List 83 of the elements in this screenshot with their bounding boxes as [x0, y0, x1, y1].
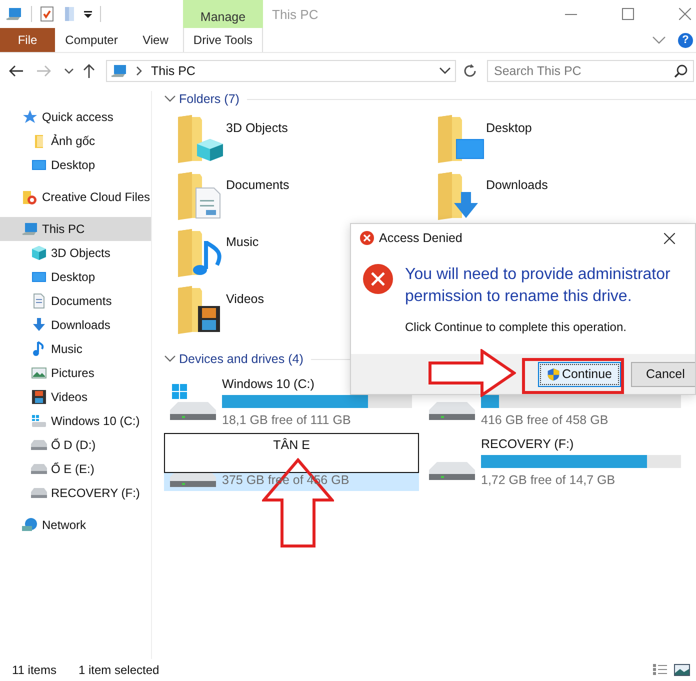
details-view-icon[interactable] [652, 663, 668, 677]
close-icon[interactable] [664, 232, 675, 244]
section-header[interactable]: Folders (7) [179, 92, 240, 106]
document-icon [31, 293, 47, 309]
drive-free-space: 1,72 GB free of 14,7 GB [481, 473, 616, 487]
sidebar-item[interactable]: Videos [0, 385, 151, 409]
help-button[interactable]: ? [678, 32, 693, 48]
cancel-button[interactable]: Cancel [631, 362, 695, 386]
window-title: This PC [272, 6, 320, 22]
sidebar-item[interactable]: Ảnh gốc [0, 129, 151, 153]
search-field[interactable]: Search This PC [487, 60, 694, 82]
drive-free-space: 18,1 GB free of 111 GB [222, 413, 352, 427]
sidebar-item[interactable]: 3D Objects [0, 241, 151, 265]
dropdown-icon[interactable] [439, 66, 451, 76]
monitor-icon [31, 157, 47, 173]
folder-name[interactable]: Documents [226, 174, 290, 192]
drive-icon [31, 485, 47, 501]
sidebar-item[interactable]: Desktop [0, 153, 151, 177]
back-arrow-icon[interactable] [8, 64, 24, 78]
computer-icon [111, 63, 129, 79]
folder-icon [22, 189, 38, 205]
sidebar-item[interactable]: Ổ E (E:) [0, 457, 151, 481]
folder-name[interactable]: Music [226, 231, 259, 249]
sidebar-item[interactable]: Pictures [0, 361, 151, 385]
drive-icon [31, 413, 47, 429]
continue-button[interactable]: Continue [538, 362, 621, 386]
drive-tile[interactable]: RECOVERY (F:) 1,72 GB free of 14,7 GB [423, 433, 688, 491]
rename-field[interactable]: TÂN E [164, 433, 419, 473]
dialog-message: You will need to provide administrator permission to rename this drive. [405, 265, 672, 307]
dialog-title: Access Denied [379, 231, 462, 245]
monitor-icon [31, 269, 47, 285]
computer-icon[interactable] [6, 6, 24, 22]
star-icon [22, 109, 38, 125]
sidebar-item[interactable]: Downloads [0, 313, 151, 337]
address-text: This PC [151, 64, 196, 78]
ribbon-tab[interactable]: View [128, 28, 183, 52]
folder-name[interactable]: Videos [226, 288, 264, 306]
sidebar-item[interactable]: Network [0, 513, 151, 537]
address-bar[interactable]: This PC [106, 60, 456, 82]
search-icon[interactable] [674, 64, 688, 78]
sidebar-item[interactable]: Desktop [0, 265, 151, 289]
properties-icon[interactable] [39, 6, 55, 22]
drive-name[interactable]: Windows 10 (C:) [222, 377, 314, 391]
large-icons-view-icon[interactable] [674, 663, 690, 677]
folder-name[interactable]: Downloads [486, 174, 548, 192]
folder-name[interactable]: Desktop [486, 117, 532, 135]
collapse-icon[interactable] [164, 355, 176, 363]
picture-icon [31, 365, 47, 381]
sidebar-item[interactable]: RECOVERY (F:) [0, 481, 151, 505]
chevron-icon [135, 66, 143, 76]
section-header[interactable]: Devices and drives (4) [179, 352, 304, 366]
shield-icon [547, 366, 560, 382]
dialog-detail: Click Continue to complete this operation. [405, 320, 628, 334]
drive-icon [31, 437, 47, 453]
computer-icon [22, 221, 38, 237]
drive-name[interactable]: RECOVERY (F:) [481, 437, 574, 451]
chevron-icon[interactable] [652, 35, 666, 45]
file-menu-button[interactable]: File [0, 28, 55, 52]
error-icon [363, 264, 393, 294]
refresh-icon[interactable] [462, 63, 478, 79]
film-icon [31, 389, 47, 405]
sidebar-item[interactable]: This PC [0, 217, 151, 241]
sidebar-item[interactable]: Creative Cloud Files [0, 185, 151, 209]
cube-icon [31, 245, 47, 261]
ribbon-tab[interactable]: Computer [55, 28, 128, 52]
down-arrow-icon [31, 317, 47, 333]
network-icon [22, 517, 38, 533]
context-group-label: Manage [183, 0, 263, 28]
status-text: 11 items [12, 663, 56, 677]
drive-free-space: 416 GB free of 458 GB [481, 413, 610, 427]
dropdown-icon[interactable] [83, 9, 93, 19]
error-icon [360, 231, 374, 245]
status-text: 1 item selected [78, 663, 160, 677]
sidebar-item[interactable]: Quick access [0, 105, 151, 129]
collapse-icon[interactable] [164, 95, 176, 103]
maximize-icon[interactable] [622, 8, 634, 20]
sidebar-item[interactable]: Windows 10 (C:) [0, 409, 151, 433]
sidebar-item[interactable]: Music [0, 337, 151, 361]
folder-name[interactable]: 3D Objects [226, 117, 288, 135]
sidebar-item[interactable]: Ổ D (D:) [0, 433, 151, 457]
drive-icon [31, 461, 47, 477]
up-arrow-icon[interactable] [82, 63, 96, 79]
sidebar-item[interactable]: Documents [0, 289, 151, 313]
